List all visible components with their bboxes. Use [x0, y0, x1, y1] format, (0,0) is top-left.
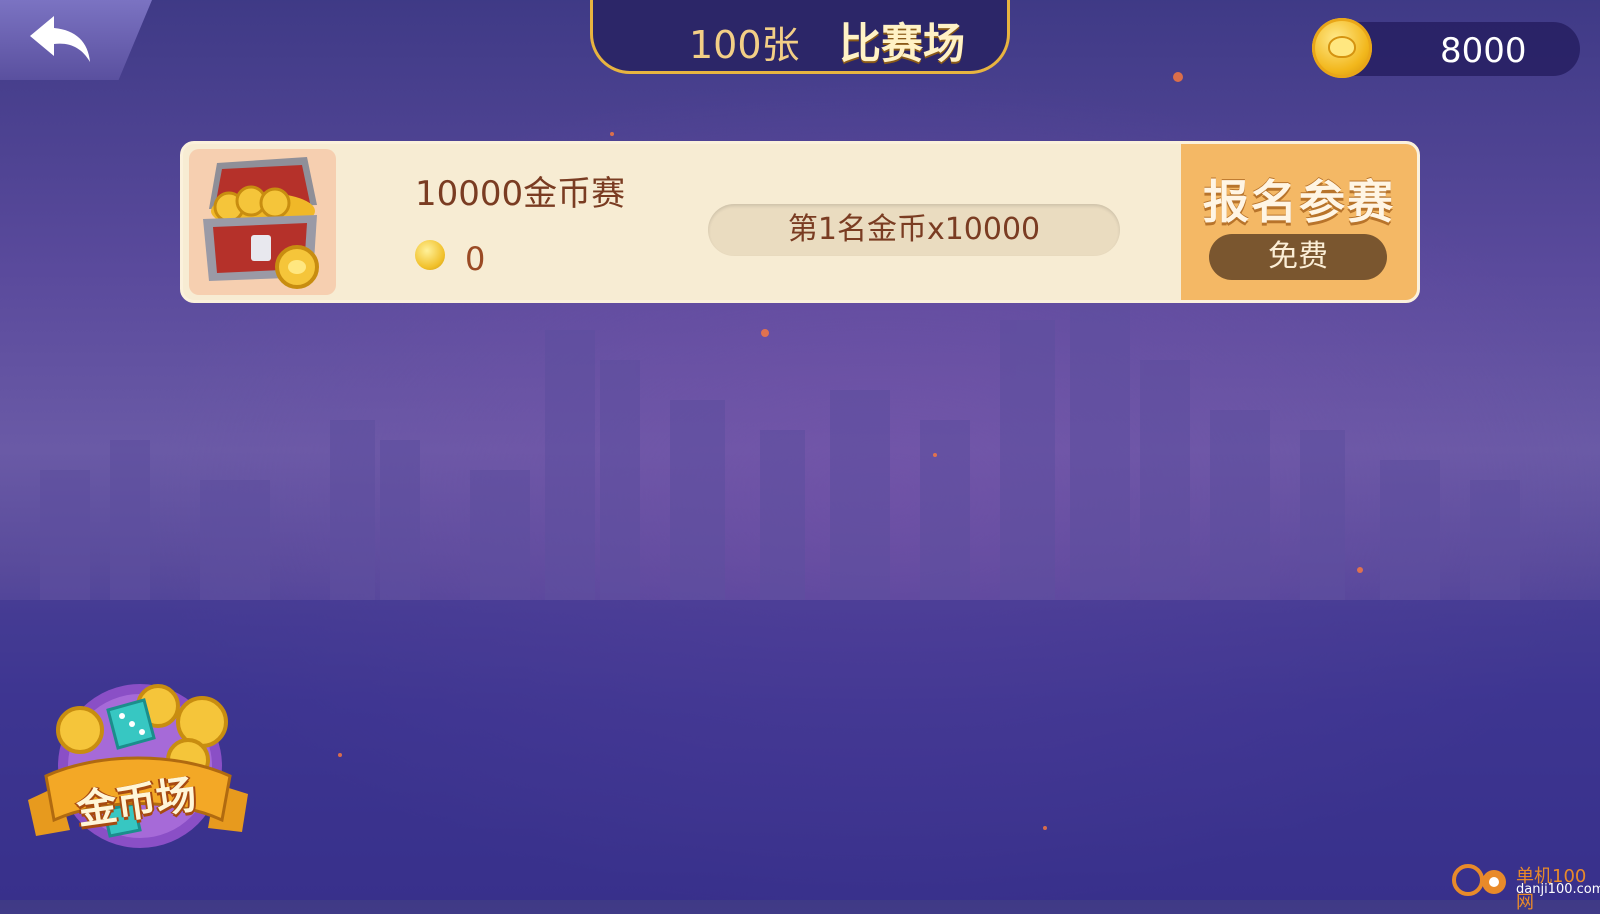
page-title: 比赛场 — [839, 19, 966, 68]
match-card[interactable]: 10000金币赛 0 第1名金币x10000 报名参赛 免费 — [180, 141, 1420, 303]
player-count: 0 — [465, 240, 486, 278]
prize-info: 第1名金币x10000 — [708, 204, 1120, 256]
entry-fee-badge: 免费 — [1209, 234, 1387, 280]
signup-label: 报名参赛 — [1203, 175, 1395, 229]
watermark: 单机100网 danji100.com — [1450, 858, 1600, 913]
player-count-icon — [415, 240, 445, 270]
watermark-url: danji100.com — [1516, 882, 1600, 897]
gold-coin-icon — [1312, 18, 1372, 78]
signup-button[interactable]: 报名参赛 免费 — [1181, 144, 1417, 300]
coin-balance-value: 8000 — [1440, 31, 1527, 71]
back-button[interactable] — [0, 0, 152, 80]
prize-text: 第1名金币x10000 — [787, 212, 1041, 247]
match-title: 10000金币赛 — [415, 174, 626, 214]
treasure-chest-icon — [189, 149, 336, 295]
back-arrow-icon — [30, 16, 90, 62]
danji100-logo-icon — [1452, 864, 1506, 896]
entry-fee-text: 免费 — [1268, 239, 1328, 274]
mode-label: 100张 — [689, 23, 800, 67]
gold-room-button[interactable]: 金币场 — [18, 680, 258, 870]
title-plate: 100张 比赛场 — [590, 0, 1010, 74]
